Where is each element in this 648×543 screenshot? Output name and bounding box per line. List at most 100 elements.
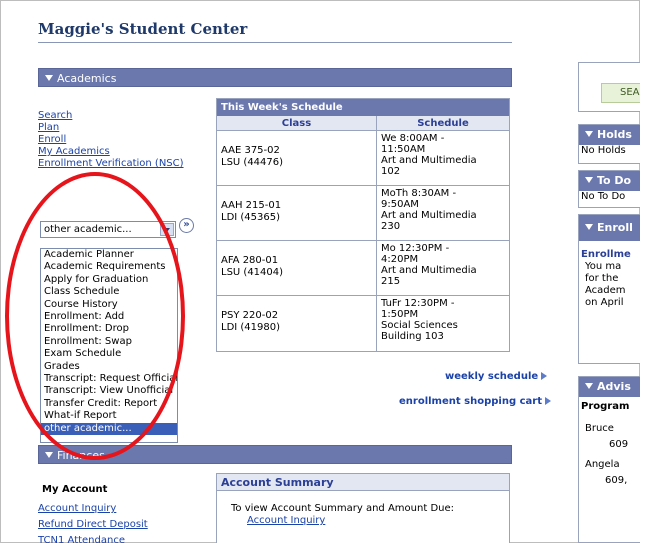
option-grades[interactable]: Grades <box>41 361 177 373</box>
shopping-cart-label: enrollment shopping cart <box>399 396 542 407</box>
select-value: other academic... <box>44 224 132 235</box>
option-transcript-view[interactable]: Transcript: View Unofficial <box>41 385 177 397</box>
holds-header[interactable]: Holds <box>579 125 640 145</box>
option-what-if-report[interactable]: What-if Report <box>41 410 177 422</box>
enroll-link[interactable]: Enroll <box>38 134 184 146</box>
advisor-name: Angela <box>585 459 620 470</box>
academics-links: Search Plan Enroll My Academics Enrollme… <box>38 110 184 170</box>
schedule-line: Art and Multimedia <box>381 210 477 221</box>
account-links: Account Inquiry Refund Direct Deposit TC… <box>38 501 148 543</box>
option-transcript-request[interactable]: Transcript: Request Official <box>41 373 177 385</box>
enrollment-panel: Enroll Enrollme You ma for the Academ on… <box>578 214 640 364</box>
class-code: AFA 280-01 <box>221 255 279 266</box>
enrollment-header[interactable]: Enroll <box>579 215 640 241</box>
advisor-program: Program <box>581 401 630 412</box>
shopping-cart-link[interactable]: enrollment shopping cart <box>399 396 551 407</box>
finances-header-label: Finances <box>57 449 105 462</box>
collapse-arrow-icon[interactable] <box>585 177 593 183</box>
finances-header[interactable]: Finances <box>38 445 512 464</box>
holds-header-label: Holds <box>597 128 632 141</box>
option-course-history[interactable]: Course History <box>41 299 177 311</box>
refund-direct-deposit-link[interactable]: Refund Direct Deposit <box>38 517 148 533</box>
account-summary-text: To view Account Summary and Amount Due: <box>231 503 454 514</box>
collapse-arrow-icon[interactable] <box>45 75 53 81</box>
class-cell: AFA 280-01 LSU (41404) <box>217 241 377 295</box>
class-code: PSY 220-02 <box>221 310 279 321</box>
schedule-line: MoTh 8:30AM - <box>381 188 457 199</box>
my-account-heading: My Account <box>42 484 108 495</box>
other-academic-select[interactable]: other academic... <box>40 221 176 238</box>
class-section: LSU (41404) <box>221 267 284 278</box>
collapse-arrow-icon[interactable] <box>585 224 593 230</box>
plan-link[interactable]: Plan <box>38 122 184 134</box>
account-summary-panel: Account Summary To view Account Summary … <box>216 473 510 543</box>
account-inquiry-link[interactable]: Account Inquiry <box>38 501 148 517</box>
option-enrollment-add[interactable]: Enrollment: Add <box>41 311 177 323</box>
class-section: LSU (44476) <box>221 157 284 168</box>
title-divider <box>38 42 512 43</box>
account-summary-title: Account Summary <box>217 474 509 491</box>
schedule-line: 230 <box>381 221 401 232</box>
holds-text: No Holds <box>581 145 626 156</box>
schedule-line: We 8:00AM - <box>381 133 445 144</box>
schedule-line: 4:20PM <box>381 254 419 265</box>
search-link[interactable]: Search <box>38 110 184 122</box>
arrow-right-icon <box>541 372 548 380</box>
academic-options-list[interactable]: Academic Planner Academic Requirements A… <box>40 248 178 443</box>
schedule-line: Mo 12:30PM - <box>381 243 450 254</box>
todo-panel: To Do No To Do <box>578 170 640 208</box>
search-button[interactable]: SEA <box>601 83 640 103</box>
account-summary-body: To view Account Summary and Amount Due: … <box>217 491 509 527</box>
search-box: SEA <box>578 62 640 112</box>
holds-panel: Holds No Holds <box>578 124 640 164</box>
option-other-academic[interactable]: other academic... <box>41 422 177 436</box>
account-inquiry-summary-link[interactable]: Account Inquiry <box>247 515 325 526</box>
option-academic-planner[interactable]: Academic Planner <box>41 249 177 261</box>
academics-header[interactable]: Academics <box>38 68 512 87</box>
option-academic-requirements[interactable]: Academic Requirements <box>41 261 177 273</box>
table-row: AAE 375-02 LSU (44476) We 8:00AM -11:50AM… <box>217 131 509 186</box>
table-row: AAH 215-01 LDI (45365) MoTh 8:30AM -9:50A… <box>217 186 509 241</box>
schedule-title: This Week's Schedule <box>217 99 509 116</box>
option-apply-for-graduation[interactable]: Apply for Graduation <box>41 274 177 286</box>
collapse-arrow-icon[interactable] <box>585 383 593 389</box>
schedule-line: 9:50AM <box>381 199 419 210</box>
option-exam-schedule[interactable]: Exam Schedule <box>41 348 177 360</box>
enrollment-title: Enrollme <box>581 249 631 260</box>
weekly-schedule-table: This Week's Schedule Class Schedule AAE … <box>216 98 510 352</box>
schedule-line: Social Sciences <box>381 320 458 331</box>
schedule-line: 1:50PM <box>381 309 419 320</box>
enrollment-line: You ma <box>585 261 622 272</box>
advisor-phone: 609 <box>609 439 629 450</box>
chevron-down-icon[interactable] <box>160 223 174 236</box>
class-column-header: Class <box>217 116 377 130</box>
enrollment-verification-link[interactable]: Enrollment Verification (NSC) <box>38 158 184 170</box>
todo-header[interactable]: To Do <box>579 171 640 191</box>
enrollment-line: on April <box>585 297 624 308</box>
schedule-line: 215 <box>381 276 401 287</box>
option-class-schedule[interactable]: Class Schedule <box>41 286 177 298</box>
advisor-phone: 609, <box>605 475 628 486</box>
advisor-header[interactable]: Advis <box>579 377 640 397</box>
todo-text: No To Do <box>581 191 626 202</box>
collapse-arrow-icon[interactable] <box>585 131 593 137</box>
tcn1-attendance-link[interactable]: TCN1 Attendance <box>38 533 148 543</box>
enrollment-header-label: Enroll <box>597 221 633 234</box>
schedule-line: 102 <box>381 166 401 177</box>
schedule-column-header: Schedule <box>417 118 469 129</box>
collapse-arrow-icon[interactable] <box>45 452 53 458</box>
enrollment-line: for the <box>585 273 619 284</box>
class-code: AAE 375-02 <box>221 145 280 156</box>
todo-header-label: To Do <box>597 174 632 187</box>
class-section: LDI (41980) <box>221 322 281 333</box>
schedule-cell: Mo 12:30PM -4:20PM Art and Multimedia 215 <box>377 241 509 295</box>
weekly-schedule-link[interactable]: weekly schedule <box>445 371 548 382</box>
my-academics-link[interactable]: My Academics <box>38 146 184 158</box>
go-button[interactable]: » <box>179 218 194 233</box>
schedule-header-row: Class Schedule <box>217 116 509 131</box>
class-cell: AAE 375-02 LSU (44476) <box>217 131 377 185</box>
option-transfer-credit[interactable]: Transfer Credit: Report <box>41 398 177 410</box>
option-enrollment-drop[interactable]: Enrollment: Drop <box>41 323 177 335</box>
page-title: Maggie's Student Center <box>38 20 248 38</box>
option-enrollment-swap[interactable]: Enrollment: Swap <box>41 336 177 348</box>
